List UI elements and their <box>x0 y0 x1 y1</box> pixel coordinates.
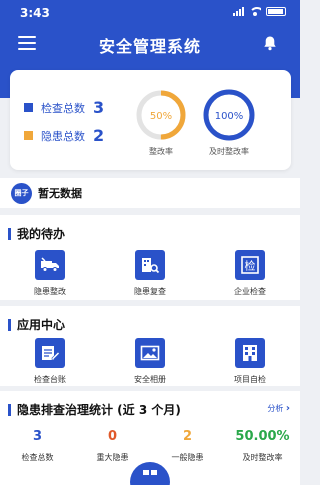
check-total-label: 检查总数 <box>41 101 85 115</box>
nav-bar: 安全管理系统 <box>0 28 300 58</box>
app-item-album[interactable]: 安全相册 <box>100 338 200 385</box>
timely-rate-label: 及时整改率 <box>209 147 249 156</box>
signal-icon <box>233 7 244 16</box>
summary-value: 2 <box>182 429 193 444</box>
hazard-total-label: 隐患总数 <box>41 129 85 143</box>
status-time: 3:43 <box>20 6 50 20</box>
todo-section: 我的待办 隐患整改 隐患复查 检 企业检查 <box>0 215 300 300</box>
check-total-value: 3 <box>93 98 105 117</box>
analysis-link-label: 分析 <box>267 404 284 413</box>
todo-item-label: 企业检查 <box>234 287 266 296</box>
chevron-right-icon: › <box>285 403 290 414</box>
hazard-legend-square <box>24 131 33 140</box>
stats-card: 检查总数 3 隐患总数 2 50% 整改率 100% 及时整改率 <box>10 70 291 170</box>
app-item-label: 安全相册 <box>134 375 166 384</box>
summary-label: 检查总数 <box>21 453 54 462</box>
todo-item-label: 隐患整改 <box>34 287 66 296</box>
summary-label: 重大隐患 <box>96 453 129 462</box>
rectification-rate-value: 50% <box>150 111 172 122</box>
summary-row: 3 检查总数 0 重大隐患 2 一般隐患 50.00% 及时整改率 <box>0 429 300 463</box>
timely-rate-value: 100% <box>215 111 244 122</box>
bell-icon[interactable] <box>262 35 278 51</box>
check-total-stat[interactable]: 检查总数 3 <box>24 98 104 117</box>
timely-rate-ring: 100% <box>203 89 255 141</box>
todo-title: 我的待办 <box>8 225 65 242</box>
hazard-total-stat[interactable]: 隐患总数 2 <box>24 126 104 145</box>
notice-bar[interactable]: 圈子 暂无数据 <box>0 178 300 208</box>
status-bar: 3:43 <box>0 0 300 22</box>
ledger-edit-icon <box>35 338 65 368</box>
todo-grid: 隐患整改 隐患复查 检 企业检查 <box>0 250 300 297</box>
page-title: 安全管理系统 <box>98 37 201 56</box>
app-item-label: 项目自检 <box>234 375 266 384</box>
app-item-self-check[interactable]: 项目自检 <box>200 338 300 385</box>
todo-item-recheck[interactable]: 隐患复查 <box>100 250 200 297</box>
status-icons <box>233 7 286 16</box>
summary-item-major-hazard[interactable]: 0 重大隐患 <box>75 429 150 463</box>
circle-logo-icon: 圈子 <box>11 182 32 204</box>
building-search-icon <box>135 250 165 280</box>
summary-title: 隐患排查治理统计 (近 3 个月) <box>8 401 181 418</box>
photo-album-icon <box>135 338 165 368</box>
svg-text:检: 检 <box>245 259 256 273</box>
summary-label: 一般隐患 <box>171 453 204 462</box>
summary-item-general-hazard[interactable]: 2 一般隐患 <box>150 429 225 463</box>
summary-item-timely-rate[interactable]: 50.00% 及时整改率 <box>225 429 300 463</box>
notice-text: 暂无数据 <box>38 187 82 200</box>
hazard-total-value: 2 <box>93 126 105 145</box>
wifi-icon <box>249 7 261 16</box>
app-item-label: 检查台账 <box>34 375 66 384</box>
check-legend-square <box>24 103 33 112</box>
summary-label: 及时整改率 <box>242 453 283 462</box>
apps-section: 应用中心 检查台账 安全相册 项目自检 <box>0 306 300 386</box>
truck-icon <box>35 250 65 280</box>
building-icon <box>235 338 265 368</box>
rectification-rate-ring: 50% <box>136 90 186 140</box>
summary-value: 50.00% <box>235 429 290 444</box>
apps-title: 应用中心 <box>8 316 65 333</box>
rectification-rate-label: 整改率 <box>149 147 173 156</box>
inspection-icon: 检 <box>235 250 265 280</box>
analysis-link[interactable]: 分析 › <box>267 403 290 414</box>
grid-icon <box>143 470 157 475</box>
apps-grid: 检查台账 安全相册 项目自检 <box>0 338 300 385</box>
app-item-ledger[interactable]: 检查台账 <box>0 338 100 385</box>
summary-value: 3 <box>32 429 43 444</box>
todo-item-rectify[interactable]: 隐患整改 <box>0 250 100 297</box>
summary-value: 0 <box>107 429 118 444</box>
todo-item-enterprise-check[interactable]: 检 企业检查 <box>200 250 300 297</box>
summary-item-check-total[interactable]: 3 检查总数 <box>0 429 75 463</box>
todo-item-label: 隐患复查 <box>134 287 166 296</box>
battery-icon <box>266 7 286 16</box>
